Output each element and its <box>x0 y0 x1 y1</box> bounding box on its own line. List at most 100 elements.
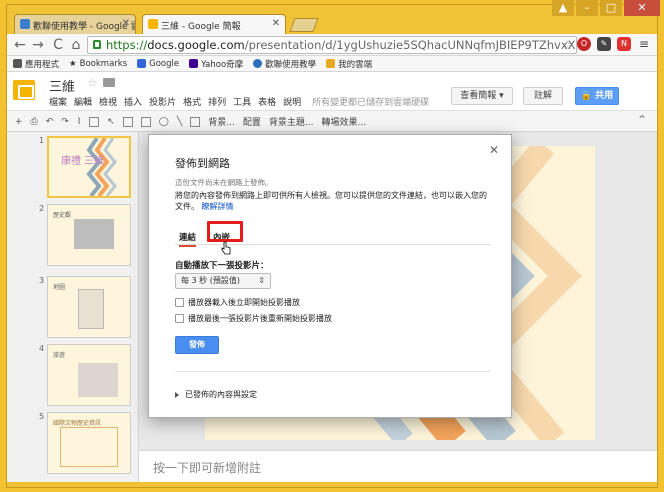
slide-thumbnail-3[interactable]: 地圖 <box>47 276 131 338</box>
bookmark-google[interactable]: Google <box>137 59 179 69</box>
star-icon: ★ <box>69 58 77 69</box>
print-icon[interactable]: ⎙ <box>31 117 38 127</box>
tab-help[interactable]: 歡聯使用教學 - Google 雲 ✕ <box>14 14 136 34</box>
theme-button[interactable]: 背景主題... <box>269 115 314 128</box>
menu-insert[interactable]: 插入 <box>124 95 142 108</box>
bookmark-drive[interactable]: 我的雲端 <box>326 58 372 70</box>
slide-title: 康禮 三維 <box>61 156 105 167</box>
hand-cursor-icon <box>221 241 231 255</box>
checkbox-label: 播放器載入後立即開始投影播放 <box>188 298 300 307</box>
menu-tools[interactable]: 工具 <box>233 95 251 108</box>
slide-title: 歷史觀 <box>53 212 72 219</box>
settings-label: 已發佈的內容與設定 <box>185 390 257 399</box>
forward-icon[interactable]: → <box>29 37 47 53</box>
slide-thumbnail-2[interactable]: 歷史觀 <box>47 204 131 266</box>
chevron-down-icon: ⇕ <box>258 276 265 285</box>
evernote-extension-icon[interactable]: ✎ <box>597 37 611 51</box>
folder-icon[interactable] <box>103 78 115 87</box>
doc-title[interactable]: 三維 <box>49 76 75 95</box>
user-icon[interactable]: ▲ <box>552 0 574 16</box>
slides-logo-icon[interactable] <box>13 80 35 100</box>
tab-link[interactable]: 連結 <box>179 231 197 247</box>
comments-button[interactable]: 註解 <box>523 87 563 105</box>
reload-icon[interactable]: C <box>49 37 67 53</box>
close-tab-icon[interactable]: ✕ <box>122 18 130 29</box>
image-icon[interactable] <box>140 116 151 127</box>
textbox-icon[interactable] <box>122 116 133 127</box>
star-icon[interactable]: ☆ <box>87 76 98 90</box>
bookmark-apps[interactable]: 應用程式 <box>13 58 59 70</box>
desktop-window: 歡聯使用教學 - Google 雲 ✕ 三維 - Google 簡報 ✕ ▲ –… <box>0 0 664 492</box>
slide-1-art-icon <box>86 136 117 198</box>
learn-more-link[interactable]: 瞭解詳情 <box>202 202 234 211</box>
speaker-notes[interactable]: 按一下即可新增附註 <box>139 450 657 482</box>
minimize-button[interactable]: – <box>576 0 598 16</box>
maximize-button[interactable]: □ <box>600 0 622 16</box>
start-on-load-option[interactable]: 播放器載入後立即開始投影播放 <box>175 297 300 308</box>
publish-dialog: 發佈到網路 ✕ 這份文件尚未在網路上發佈。 將您的內容發佈到網路上即可供所有人檢… <box>148 134 512 418</box>
menu-arrange[interactable]: 排列 <box>208 95 226 108</box>
shape-icon[interactable]: ◯ <box>159 117 169 127</box>
slide-title: 旅遊 <box>53 352 66 359</box>
bookmark-yahoo[interactable]: Yahoo奇摩 <box>189 58 243 70</box>
save-status: 所有變更都已儲存到雲端硬碟 <box>312 98 430 108</box>
menu-help[interactable]: 說明 <box>283 95 301 108</box>
background-button[interactable]: 背景... <box>208 115 235 128</box>
url-path: /presentation/d/1ygUshuzie5SQhacUNNqfmJB… <box>244 38 576 52</box>
checkbox-label: 播放最後一張投影片後重新開始投影播放 <box>188 314 332 323</box>
auto-advance-select[interactable]: 每 3 秒 (預設值) ⇕ <box>175 273 271 289</box>
drive-favicon-icon <box>20 19 30 29</box>
share-button[interactable]: 🔒 共用 <box>575 87 619 105</box>
start-on-load-checkbox[interactable] <box>175 298 184 307</box>
slide-thumbnail-5[interactable]: 國際文物歷史資訊 <box>47 412 131 474</box>
select-icon[interactable]: ↖ <box>107 117 115 127</box>
slide-title: 地圖 <box>53 284 66 291</box>
paint-format-icon[interactable]: ⌇ <box>77 117 81 127</box>
bookmark-bookmarks[interactable]: ★ Bookmarks <box>69 59 127 69</box>
restart-option[interactable]: 播放最後一張投影片後重新開始投影播放 <box>175 313 332 324</box>
publish-button[interactable]: 發佈 <box>175 336 219 354</box>
tab-slides[interactable]: 三維 - Google 簡報 ✕ <box>142 14 286 34</box>
close-tab-icon[interactable]: ✕ <box>272 18 280 29</box>
layout-button[interactable]: 配置 <box>243 115 261 128</box>
slide-thumbnail-1[interactable]: 康禮 三維 <box>47 136 131 198</box>
triangle-right-icon <box>175 391 179 398</box>
add-slide-icon[interactable]: + <box>15 117 23 127</box>
bookmark-help[interactable]: 歡聯使用教學 <box>253 58 316 70</box>
publish-status-note: 這份文件尚未在網路上發佈。 <box>175 178 273 187</box>
divider <box>175 371 491 372</box>
menu-format[interactable]: 格式 <box>183 95 201 108</box>
home-icon[interactable]: ⌂ <box>67 37 85 53</box>
close-icon[interactable]: ✕ <box>489 143 499 157</box>
restart-checkbox[interactable] <box>175 314 184 323</box>
new-extension-icon[interactable]: N <box>617 37 631 51</box>
auto-advance-label: 自動播放下一張投影片： <box>175 261 269 271</box>
collapse-chevron-icon[interactable]: ⌃ <box>637 113 647 127</box>
address-bar[interactable]: https://docs.google.com/presentation/d/1… <box>87 36 577 54</box>
menu-edit[interactable]: 編輯 <box>74 95 92 108</box>
menu-table[interactable]: 表格 <box>258 95 276 108</box>
zoom-icon[interactable] <box>89 116 100 127</box>
back-icon[interactable]: ← <box>11 37 29 53</box>
new-tab-button[interactable] <box>289 18 319 32</box>
comment-icon[interactable] <box>190 116 201 127</box>
menu-slide[interactable]: 投影片 <box>149 95 176 108</box>
extension-icons: O ✎ N ≡ <box>577 37 651 51</box>
slide-thumbnail-4[interactable]: 旅遊 <box>47 344 131 406</box>
redo-icon[interactable]: ↷ <box>61 117 69 127</box>
dialog-title: 發佈到網路 <box>175 157 230 170</box>
bookmark-label: Google <box>149 58 180 69</box>
present-button[interactable]: 查看簡報 ▾ <box>451 87 513 105</box>
opera-extension-icon[interactable]: O <box>577 37 591 51</box>
close-window-button[interactable]: ✕ <box>624 0 660 16</box>
menu-icon[interactable]: ≡ <box>637 37 651 51</box>
undo-icon[interactable]: ↶ <box>46 117 54 127</box>
menu-view[interactable]: 檢視 <box>99 95 117 108</box>
slide-image <box>74 219 114 249</box>
line-icon[interactable]: ╲ <box>177 117 182 127</box>
bookmark-label: 我的雲端 <box>338 59 373 70</box>
menu-file[interactable]: 檔案 <box>49 95 67 108</box>
transition-button[interactable]: 轉場效果... <box>322 115 367 128</box>
bookmark-star-icon[interactable]: ☆ <box>562 37 573 53</box>
published-settings-toggle[interactable]: 已發佈的內容與設定 <box>175 389 257 400</box>
